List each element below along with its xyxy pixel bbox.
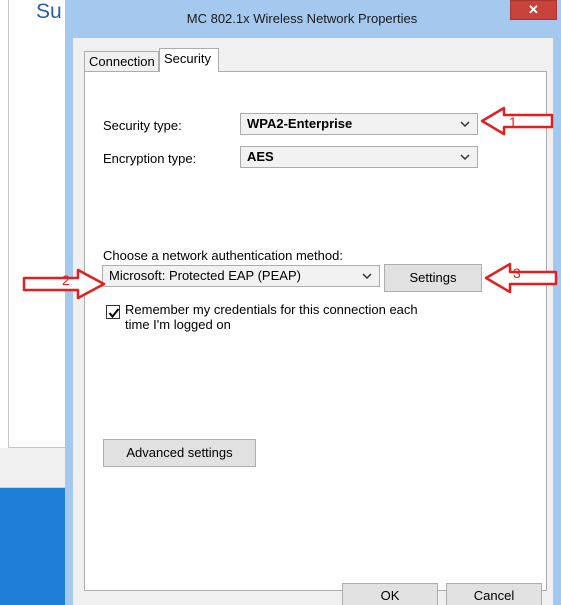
remember-credentials-line2: time I'm logged on	[125, 317, 231, 332]
cancel-button[interactable]: Cancel	[446, 583, 542, 605]
wireless-properties-dialog: MC 802.1x Wireless Network Properties ✕ …	[65, 0, 561, 605]
remember-credentials-line1: Remember my credentials for this connect…	[125, 302, 418, 317]
auth-method-label: Choose a network authentication method:	[103, 248, 343, 263]
security-tab-panel: Security type: WPA2-Enterprise Encryptio…	[84, 71, 547, 591]
dialog-titlebar[interactable]: MC 802.1x Wireless Network Properties ✕	[65, 0, 561, 38]
security-type-label: Security type:	[103, 118, 182, 133]
settings-button[interactable]: Settings	[384, 264, 482, 292]
ok-button[interactable]: OK	[342, 583, 438, 605]
annotation-number: 2	[62, 272, 70, 288]
tab-connection[interactable]: Connection	[84, 51, 159, 72]
screen: Su MC 802.1x Wireless Network Properties…	[0, 0, 561, 605]
close-icon: ✕	[528, 2, 539, 17]
background-title: Su	[36, 0, 62, 23]
chevron-down-icon	[460, 121, 470, 128]
chevron-down-icon	[460, 154, 470, 161]
remember-credentials-checkbox[interactable]	[106, 305, 120, 319]
tab-security[interactable]: Security	[159, 48, 219, 72]
dialog-title: MC 802.1x Wireless Network Properties	[186, 11, 418, 26]
close-button[interactable]: ✕	[510, 0, 557, 20]
chevron-down-icon	[362, 273, 372, 280]
annotation-number: 1	[509, 114, 517, 130]
encryption-type-dropdown[interactable]: AES	[240, 146, 478, 168]
security-type-value: WPA2-Enterprise	[247, 116, 353, 131]
security-type-dropdown[interactable]: WPA2-Enterprise	[240, 113, 478, 135]
remember-credentials-label: Remember my credentials for this connect…	[125, 302, 418, 332]
checkmark-icon	[108, 308, 120, 319]
advanced-settings-button[interactable]: Advanced settings	[103, 439, 256, 467]
annotation-arrow-icon	[484, 262, 558, 294]
annotation-number: 3	[513, 265, 521, 281]
auth-method-value: Microsoft: Protected EAP (PEAP)	[109, 268, 301, 283]
encryption-type-value: AES	[247, 149, 274, 164]
encryption-type-label: Encryption type:	[103, 151, 197, 166]
auth-method-dropdown[interactable]: Microsoft: Protected EAP (PEAP)	[102, 265, 380, 287]
background-border	[8, 0, 9, 448]
annotation-arrow-icon	[480, 106, 554, 136]
